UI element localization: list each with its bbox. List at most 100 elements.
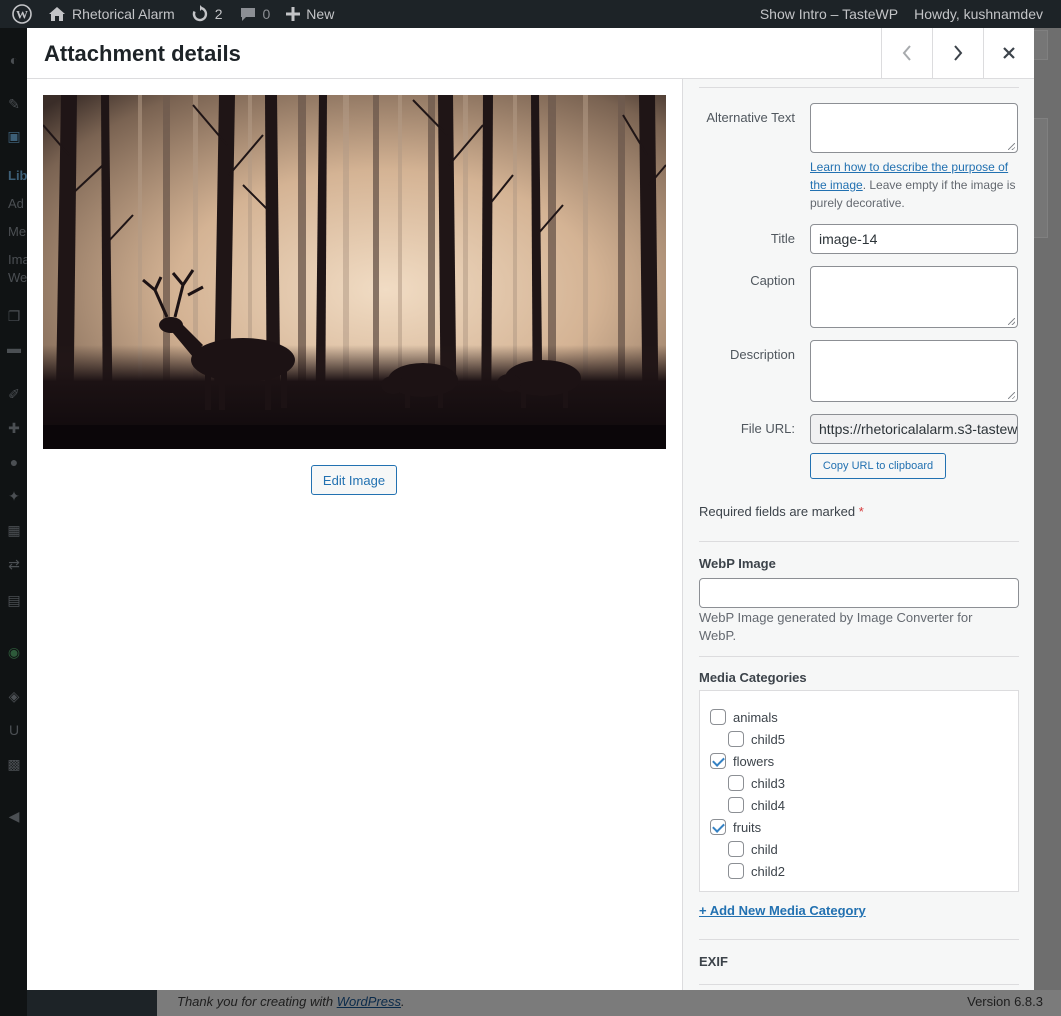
title-field[interactable]: image-14: [810, 224, 1018, 254]
previous-button[interactable]: [881, 28, 932, 78]
dashboard-icon[interactable]: ◐: [6, 52, 22, 68]
category-item[interactable]: fruits: [710, 819, 761, 835]
chevron-right-icon: [954, 45, 963, 61]
updates-count: 2: [214, 6, 223, 22]
category-checkbox[interactable]: [728, 863, 744, 879]
plugins-icon[interactable]: ✚: [6, 420, 22, 436]
pages-icon[interactable]: ❐: [6, 308, 22, 324]
alt-text-help: Learn how to describe the purpose of the…: [810, 160, 1016, 210]
webp-description: WebP Image generated by Image Converter …: [699, 610, 973, 643]
wordpress-icon: W: [12, 4, 32, 24]
footer-thanks: Thank you for creating with WordPress.: [177, 994, 405, 1009]
description-field[interactable]: [810, 340, 1018, 402]
admin-bar: W Rhetorical Alarm 2 0 New Show Intro – …: [0, 0, 1061, 28]
edit-image-button[interactable]: Edit Image: [311, 465, 397, 495]
alt-text-field[interactable]: [810, 103, 1018, 153]
comments-link[interactable]: 0: [231, 0, 279, 28]
new-label: New: [306, 6, 335, 22]
category-checkbox[interactable]: [728, 797, 744, 813]
collapse-menu-icon[interactable]: ◀: [6, 808, 22, 824]
attachment-settings-sidebar: Alternative Text Learn how to describe t…: [682, 79, 1034, 990]
media-icon[interactable]: ▣: [6, 128, 22, 144]
attachment-details-modal: Attachment details Edit Image Alternativ…: [27, 28, 1034, 990]
category-label: child3: [751, 775, 785, 791]
required-fields-note: Required fields are marked *: [699, 504, 864, 519]
copy-url-button[interactable]: Copy URL to clipboard: [810, 453, 946, 479]
category-checkbox[interactable]: [728, 775, 744, 791]
category-item[interactable]: child: [728, 841, 778, 857]
category-checkbox[interactable]: [710, 819, 726, 835]
divider: [699, 939, 1019, 940]
forms-icon[interactable]: ▤: [6, 592, 22, 608]
divider: [699, 541, 1019, 542]
menu-add-fragment[interactable]: Ad: [8, 196, 24, 211]
tools-icon[interactable]: ✦: [6, 488, 22, 504]
exif-heading: EXIF: [699, 954, 728, 969]
menu-library-fragment[interactable]: Lib: [8, 168, 28, 183]
category-checkbox[interactable]: [710, 709, 726, 725]
category-label: child4: [751, 797, 785, 813]
updates-link[interactable]: 2: [183, 0, 231, 28]
caption-label: Caption: [750, 273, 795, 288]
next-button[interactable]: [932, 28, 983, 78]
category-item[interactable]: child5: [728, 731, 785, 747]
modal-header: Attachment details: [27, 28, 1034, 79]
category-label: child5: [751, 731, 785, 747]
menu-webp-fragment[interactable]: We: [8, 270, 27, 285]
page-background-right: [1034, 28, 1061, 990]
media-preview-pane: Edit Image: [27, 79, 683, 990]
category-checkbox[interactable]: [728, 841, 744, 857]
wordpress-menu[interactable]: W: [4, 0, 40, 28]
users-icon[interactable]: ●: [6, 454, 22, 470]
category-checkbox[interactable]: [728, 731, 744, 747]
close-button[interactable]: [983, 28, 1034, 78]
title-label: Title: [770, 231, 795, 246]
site-name: Rhetorical Alarm: [72, 6, 175, 22]
comments-count: 0: [262, 6, 271, 22]
menu-media-fragment[interactable]: Me: [8, 224, 26, 239]
category-item[interactable]: child4: [728, 797, 785, 813]
category-checkbox[interactable]: [710, 753, 726, 769]
plugin-shield-icon[interactable]: ◈: [6, 688, 22, 704]
divider: [699, 87, 1019, 88]
posts-icon[interactable]: ✎: [6, 96, 22, 112]
admin-footer: Thank you for creating with WordPress. V…: [157, 990, 1061, 1016]
file-url-field[interactable]: https://rhetoricalalarm.s3-tastewp.com/w…: [810, 414, 1018, 444]
appearance-icon[interactable]: ✐: [6, 386, 22, 402]
wordpress-link[interactable]: WordPress: [337, 994, 401, 1009]
media-categories-heading: Media Categories: [699, 670, 807, 685]
svg-text:W: W: [16, 8, 28, 22]
plugin-box-icon[interactable]: ▩: [6, 756, 22, 772]
category-label: child2: [751, 863, 785, 879]
plugin-circle-icon[interactable]: ◉: [6, 644, 22, 660]
divider: [699, 984, 1019, 985]
new-content-link[interactable]: New: [278, 0, 342, 28]
category-item[interactable]: child2: [728, 863, 785, 879]
webp-image-field[interactable]: [699, 578, 1019, 608]
background-panel: [1034, 118, 1048, 238]
attachment-image: [43, 95, 666, 449]
plugin-u-icon[interactable]: U: [6, 722, 22, 738]
divider: [699, 656, 1019, 657]
comments-menu-icon[interactable]: ▬: [6, 340, 22, 356]
modal-title: Attachment details: [44, 41, 241, 66]
sync-icon[interactable]: ⇄: [6, 556, 22, 572]
comments-icon: [240, 8, 255, 21]
plus-icon: [286, 7, 301, 21]
site-name-link[interactable]: Rhetorical Alarm: [40, 0, 183, 28]
settings-icon[interactable]: ▦: [6, 522, 22, 538]
category-label: fruits: [733, 819, 762, 835]
howdy-account-link[interactable]: Howdy, kushnamdev: [906, 0, 1051, 28]
category-item[interactable]: animals: [710, 709, 778, 725]
add-new-media-category-link[interactable]: + Add New Media Category: [699, 903, 866, 918]
category-label: flowers: [733, 753, 775, 769]
description-label: Description: [729, 347, 795, 362]
required-star: *: [858, 504, 864, 519]
caption-field[interactable]: [810, 266, 1018, 328]
show-intro-link[interactable]: Show Intro – TasteWP: [752, 0, 906, 28]
home-icon: [49, 7, 65, 21]
category-item[interactable]: flowers: [710, 753, 774, 769]
chevron-left-icon: [902, 45, 911, 61]
category-item[interactable]: child3: [728, 775, 785, 791]
media-categories-list: animals child5 flowers child3 child4 fruits ch…: [699, 690, 1019, 892]
